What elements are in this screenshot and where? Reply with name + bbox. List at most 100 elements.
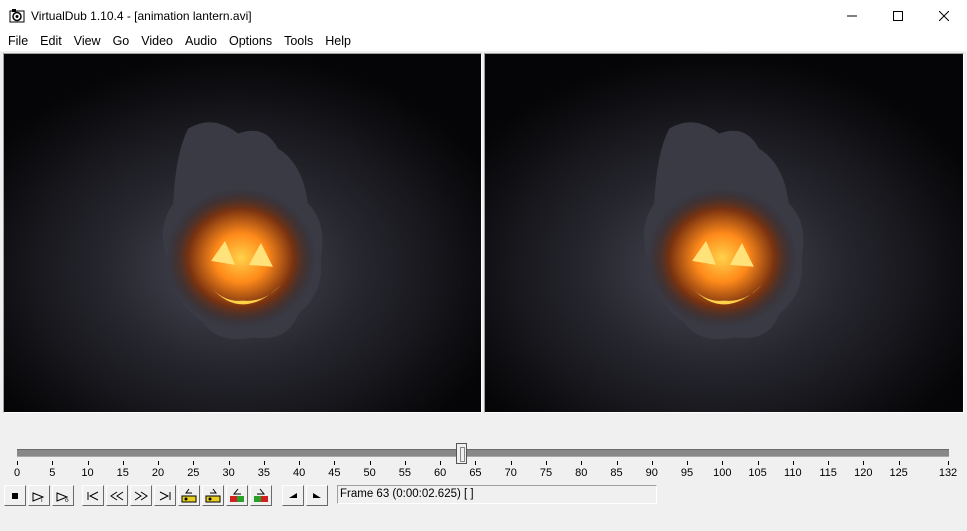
title-bar: VirtualDub 1.10.4 - [animation lantern.a…	[0, 0, 967, 31]
timeline-tick-label: 75	[539, 467, 553, 479]
output-frame-image	[485, 54, 963, 412]
timeline-tick	[757, 461, 759, 465]
timeline-tick-label: 50	[363, 467, 376, 479]
prev-keyframe-button[interactable]	[178, 485, 200, 506]
maximize-button[interactable]	[875, 0, 921, 31]
timeline-tick	[898, 461, 900, 465]
timeline-tick-label: 125	[889, 467, 908, 479]
timeline-tick	[122, 461, 124, 465]
timeline-tick-label: 110	[784, 467, 802, 479]
stop-icon	[12, 492, 18, 499]
timeline-tick	[687, 461, 689, 465]
prev-frame-icon	[110, 491, 124, 500]
timeline-tick	[475, 461, 477, 465]
timeline-tick	[52, 461, 54, 465]
video-panes	[0, 51, 967, 415]
menu-go[interactable]: Go	[107, 31, 136, 51]
prev-scene-button[interactable]	[226, 485, 248, 506]
menu-video[interactable]: Video	[135, 31, 179, 51]
close-icon	[939, 10, 949, 21]
timeline-tick-label: 70	[504, 467, 517, 479]
svg-text:i: i	[41, 497, 43, 503]
output-video-pane[interactable]	[484, 53, 964, 413]
next-scene-button[interactable]	[250, 485, 272, 506]
menu-tools[interactable]: Tools	[278, 31, 319, 51]
go-start-icon	[87, 491, 99, 500]
timeline-tick	[616, 461, 618, 465]
timeline-tick	[722, 461, 724, 465]
timeline-tick	[334, 461, 336, 465]
timeline-tick-label: 105	[748, 467, 767, 479]
play-input-icon: i	[32, 491, 45, 503]
timeline-tick-label: 35	[257, 467, 270, 479]
mark-in-button[interactable]	[282, 485, 304, 506]
prev-scene-icon	[230, 488, 244, 502]
mark-out-button[interactable]	[306, 485, 328, 506]
next-keyframe-button[interactable]	[202, 485, 224, 506]
menu-audio[interactable]: Audio	[179, 31, 223, 51]
play-output-button[interactable]: o	[52, 485, 74, 506]
timeline-tick-label: 85	[610, 467, 623, 479]
timeline-tick	[863, 461, 865, 465]
control-area: 0 5 10 15 20 25 30 35 40 45 50 55 60 65 70 75 80 85 90 95 10…	[0, 415, 967, 531]
menu-bar: File Edit View Go Video Audio Options To…	[0, 31, 967, 51]
timeline-tick-label: 90	[645, 467, 658, 479]
timeline-tick	[545, 461, 547, 465]
timeline-tick	[948, 461, 949, 465]
timeline-tick-label: 100	[713, 467, 732, 479]
timeline-tick	[158, 461, 160, 465]
timeline-tick	[87, 461, 89, 465]
menu-edit[interactable]: Edit	[34, 31, 68, 51]
timeline-tick-label: 0	[13, 467, 21, 479]
app-icon[interactable]	[9, 8, 25, 24]
timeline-thumb[interactable]	[456, 443, 468, 464]
play-input-button[interactable]: i	[28, 485, 50, 506]
timeline-tick-label: 10	[81, 467, 94, 479]
stop-button[interactable]	[4, 485, 26, 506]
timeline-track[interactable]	[17, 449, 949, 457]
timeline-tick	[263, 461, 265, 465]
timeline-tick-label: 40	[292, 467, 306, 479]
next-keyframe-icon	[205, 488, 221, 502]
timeline-tick-label: 132	[938, 467, 958, 479]
timeline-tick-label: 30	[222, 467, 235, 479]
prev-keyframe-icon	[181, 488, 197, 502]
timeline-tick	[369, 461, 371, 465]
timeline-tick-label: 80	[575, 467, 588, 479]
timeline-tick	[299, 461, 301, 465]
timeline-tick	[651, 461, 653, 465]
timeline-tick	[828, 461, 830, 465]
minimize-button[interactable]	[829, 0, 875, 31]
svg-text:o: o	[65, 497, 69, 503]
next-frame-button[interactable]	[130, 485, 152, 506]
input-video-pane[interactable]	[3, 53, 482, 413]
menu-file[interactable]: File	[2, 31, 34, 51]
timeline-tick	[17, 461, 18, 465]
mark-out-icon	[313, 492, 321, 498]
timeline-tick	[440, 461, 442, 465]
timeline-tick	[581, 461, 583, 465]
timeline-tick	[792, 461, 794, 465]
prev-frame-button[interactable]	[106, 485, 128, 506]
next-frame-icon	[134, 491, 148, 500]
timeline-tick	[404, 461, 406, 465]
timeline-tick-label: 20	[151, 467, 165, 479]
menu-help[interactable]: Help	[319, 31, 357, 51]
menu-options[interactable]: Options	[223, 31, 278, 51]
close-button[interactable]	[921, 0, 967, 31]
next-scene-icon	[254, 488, 268, 502]
timeline-tick-label: 45	[328, 467, 341, 479]
timeline-tick-label: 95	[680, 467, 694, 479]
timeline-tick	[193, 461, 195, 465]
timeline-tick-label: 120	[854, 467, 873, 479]
timeline-tick-label: 60	[434, 467, 447, 479]
start-button[interactable]	[82, 485, 104, 506]
end-button[interactable]	[154, 485, 176, 506]
frame-status-field: Frame 63 (0:00:02.625) [ ]	[337, 485, 657, 504]
menu-view[interactable]: View	[68, 31, 107, 51]
go-end-icon	[159, 491, 171, 500]
mark-in-icon	[289, 492, 297, 498]
timeline-tick-label: 15	[116, 467, 129, 479]
timeline-tick-label: 65	[469, 467, 482, 479]
input-frame-image	[4, 54, 481, 412]
